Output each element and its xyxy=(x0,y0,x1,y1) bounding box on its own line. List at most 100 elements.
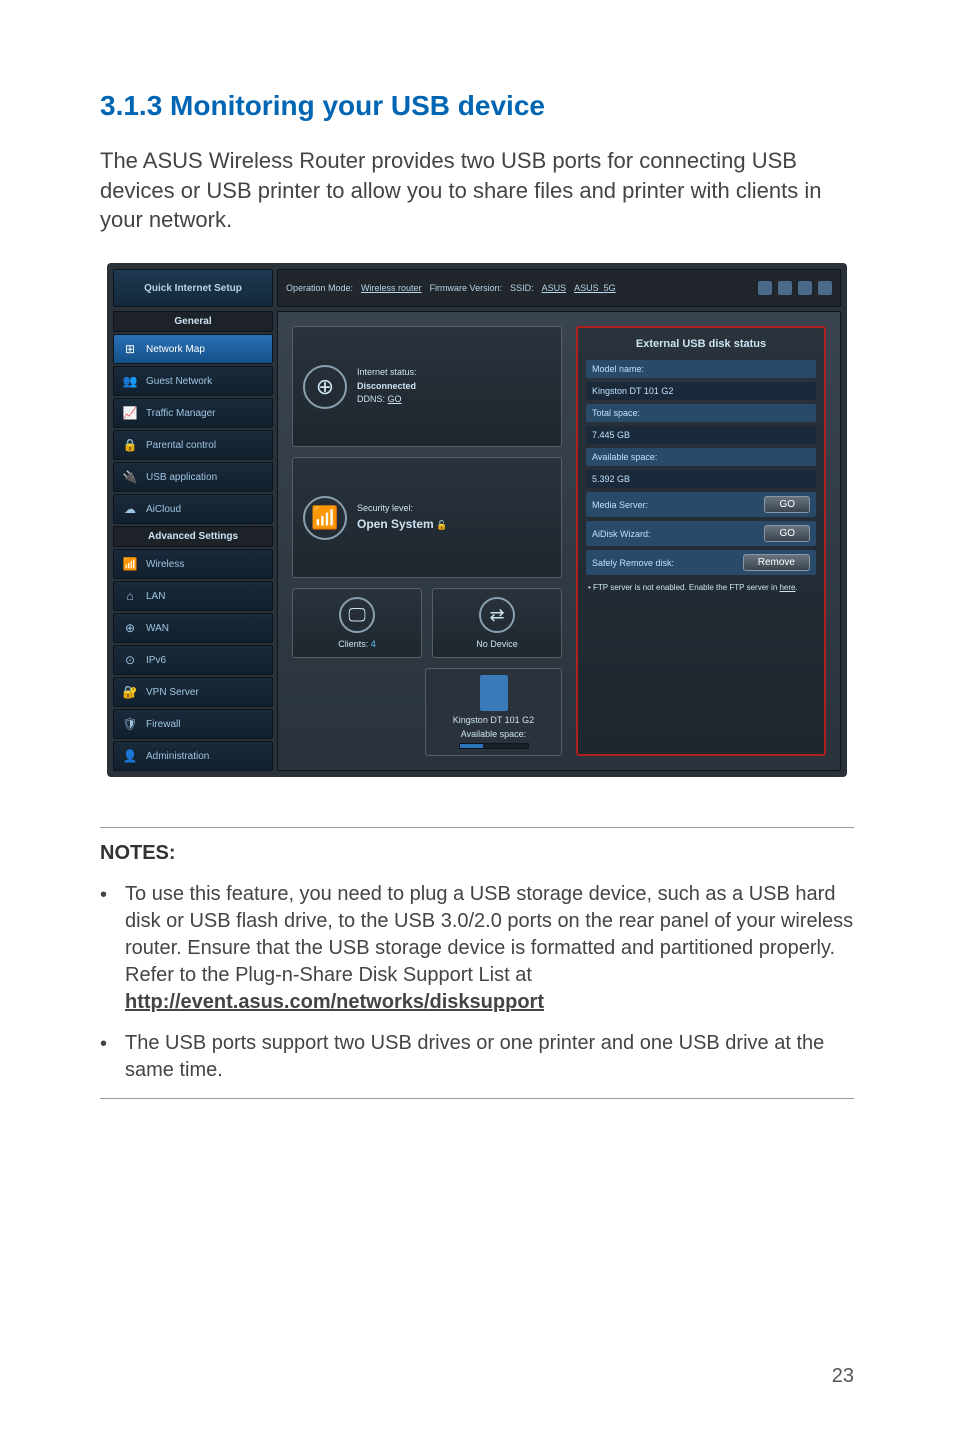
usb-icon: ⇄ xyxy=(479,597,515,633)
topbar: Operation Mode: Wireless router Firmware… xyxy=(277,269,841,307)
lan-icon: ⌂ xyxy=(122,588,138,604)
usb-application-icon: 🔌 xyxy=(122,469,138,485)
usb-model-name: Kingston DT 101 G2 xyxy=(453,715,534,725)
sidebar-item-label: VPN Server xyxy=(146,687,199,698)
router-icon: 📶 xyxy=(303,496,347,540)
drive-icon xyxy=(480,675,508,711)
ftp-here-link[interactable]: here xyxy=(779,583,795,592)
ftp-server-note: • FTP server is not enabled. Enable the … xyxy=(586,579,816,596)
topbar-icon[interactable] xyxy=(758,281,772,295)
sidebar-item-guest-network[interactable]: 👥 Guest Network xyxy=(113,366,273,396)
sidebar-item-label: Parental control xyxy=(146,440,216,451)
sidebar-item-network-map[interactable]: ⊞ Network Map xyxy=(113,334,273,364)
firewall-icon: 🛡 xyxy=(122,716,138,732)
panel-title: External USB disk status xyxy=(586,336,816,356)
safely-remove-button[interactable]: Remove xyxy=(743,554,810,571)
note-text: To use this feature, you need to plug a … xyxy=(125,883,853,986)
usb-drive-card[interactable]: Kingston DT 101 G2 Available space: xyxy=(425,668,562,756)
sidebar-item-label: USB application xyxy=(146,472,217,483)
administration-icon: 👤 xyxy=(122,748,138,764)
sidebar-item-label: LAN xyxy=(146,591,165,602)
sidebar-item-label: WAN xyxy=(146,623,169,634)
ipv6-icon: ⊙ xyxy=(122,652,138,668)
page-number: 23 xyxy=(832,1365,854,1388)
op-mode-link[interactable]: Wireless router xyxy=(361,283,422,293)
sidebar-item-wan[interactable]: ⊕ WAN xyxy=(113,613,273,643)
available-space-value: 5.392 GB xyxy=(586,470,816,488)
sidebar-section-general: General xyxy=(113,311,273,332)
notes-item: To use this feature, you need to plug a … xyxy=(100,881,854,1016)
usb-space-bar xyxy=(459,743,529,749)
sidebar-item-administration[interactable]: 👤 Administration xyxy=(113,741,273,771)
ssid-label: SSID: xyxy=(510,283,534,293)
model-name-label: Model name: xyxy=(586,360,816,378)
usb-available-label: Available space: xyxy=(461,729,526,739)
ddns-label: DDNS: xyxy=(357,394,385,404)
available-space-label: Available space: xyxy=(586,448,816,466)
total-space-label: Total space: xyxy=(586,404,816,422)
aidisk-wizard-go-button[interactable]: GO xyxy=(764,525,810,542)
sidebar-item-traffic-manager[interactable]: 📈 Traffic Manager xyxy=(113,398,273,428)
internet-status-label: Internet status: xyxy=(357,367,417,377)
sidebar-item-label: Firewall xyxy=(146,719,180,730)
vpn-server-icon: 🔐 xyxy=(122,684,138,700)
sidebar-item-vpn-server[interactable]: 🔐 VPN Server xyxy=(113,677,273,707)
notes-list: To use this feature, you need to plug a … xyxy=(100,881,854,1084)
topbar-icon[interactable] xyxy=(798,281,812,295)
globe-icon: ⊕ xyxy=(303,365,347,409)
external-usb-status-panel: External USB disk status Model name: Kin… xyxy=(576,326,826,756)
divider xyxy=(100,827,854,828)
quick-internet-setup-button[interactable]: Quick Internet Setup xyxy=(113,269,273,307)
notes-heading: NOTES: xyxy=(100,842,854,865)
section-heading: 3.1.3 Monitoring your USB device xyxy=(100,90,854,122)
ddns-go-link[interactable]: GO xyxy=(388,394,402,404)
security-label: Security level: xyxy=(357,503,413,513)
clients-count: 4 xyxy=(371,639,376,649)
sidebar-item-label: Administration xyxy=(146,751,209,762)
sidebar-item-label: IPv6 xyxy=(146,655,166,666)
sidebar-section-advanced: Advanced Settings xyxy=(113,526,273,547)
main-area: ⊕ Internet status: Disconnected DDNS: GO… xyxy=(277,311,841,771)
notes-item: The USB ports support two USB drives or … xyxy=(100,1030,854,1084)
sidebar: General ⊞ Network Map 👥 Guest Network 📈 … xyxy=(113,311,273,771)
safely-remove-row: Safely Remove disk: Remove xyxy=(586,550,816,575)
op-mode-label: Operation Mode: xyxy=(286,283,353,293)
internet-status-value: Disconnected xyxy=(357,381,416,391)
sidebar-item-parental-control[interactable]: 🔒 Parental control xyxy=(113,430,273,460)
security-level-card[interactable]: 📶 Security level: Open System 🔓 xyxy=(292,457,562,578)
sidebar-item-wireless[interactable]: 📶 Wireless xyxy=(113,549,273,579)
lock-open-icon: 🔓 xyxy=(436,520,447,530)
aicloud-icon: ☁ xyxy=(122,501,138,517)
router-screenshot: Quick Internet Setup Operation Mode: Wir… xyxy=(107,263,847,777)
parental-control-icon: 🔒 xyxy=(122,437,138,453)
wireless-icon: 📶 xyxy=(122,556,138,572)
firmware-label: Firmware Version: xyxy=(430,283,503,293)
topbar-icon[interactable] xyxy=(778,281,792,295)
clients-label: Clients: xyxy=(338,639,368,649)
sidebar-item-ipv6[interactable]: ⊙ IPv6 xyxy=(113,645,273,675)
disk-support-link[interactable]: http://event.asus.com/networks/disksuppo… xyxy=(125,991,544,1013)
sidebar-item-aicloud[interactable]: ☁ AiCloud xyxy=(113,494,273,524)
clients-card[interactable]: 🖵 Clients: 4 xyxy=(292,588,422,658)
divider xyxy=(100,1098,854,1099)
sidebar-item-usb-application[interactable]: 🔌 USB application xyxy=(113,462,273,492)
model-name-value: Kingston DT 101 G2 xyxy=(586,382,816,400)
ssid-link-2[interactable]: ASUS_5G xyxy=(574,283,616,293)
guest-network-icon: 👥 xyxy=(122,373,138,389)
no-device-card[interactable]: ⇄ No Device xyxy=(432,588,562,658)
ssid-link-1[interactable]: ASUS xyxy=(542,283,567,293)
internet-status-card[interactable]: ⊕ Internet status: Disconnected DDNS: GO xyxy=(292,326,562,447)
sidebar-item-lan[interactable]: ⌂ LAN xyxy=(113,581,273,611)
no-device-label: No Device xyxy=(476,639,518,649)
media-server-go-button[interactable]: GO xyxy=(764,496,810,513)
network-map-icon: ⊞ xyxy=(122,341,138,357)
topbar-icon[interactable] xyxy=(818,281,832,295)
monitor-icon: 🖵 xyxy=(339,597,375,633)
sidebar-item-firewall[interactable]: 🛡 Firewall xyxy=(113,709,273,739)
sidebar-item-label: Guest Network xyxy=(146,376,212,387)
total-space-value: 7.445 GB xyxy=(586,426,816,444)
sidebar-item-label: Network Map xyxy=(146,344,205,355)
security-value: Open System xyxy=(357,517,434,531)
traffic-manager-icon: 📈 xyxy=(122,405,138,421)
wan-icon: ⊕ xyxy=(122,620,138,636)
